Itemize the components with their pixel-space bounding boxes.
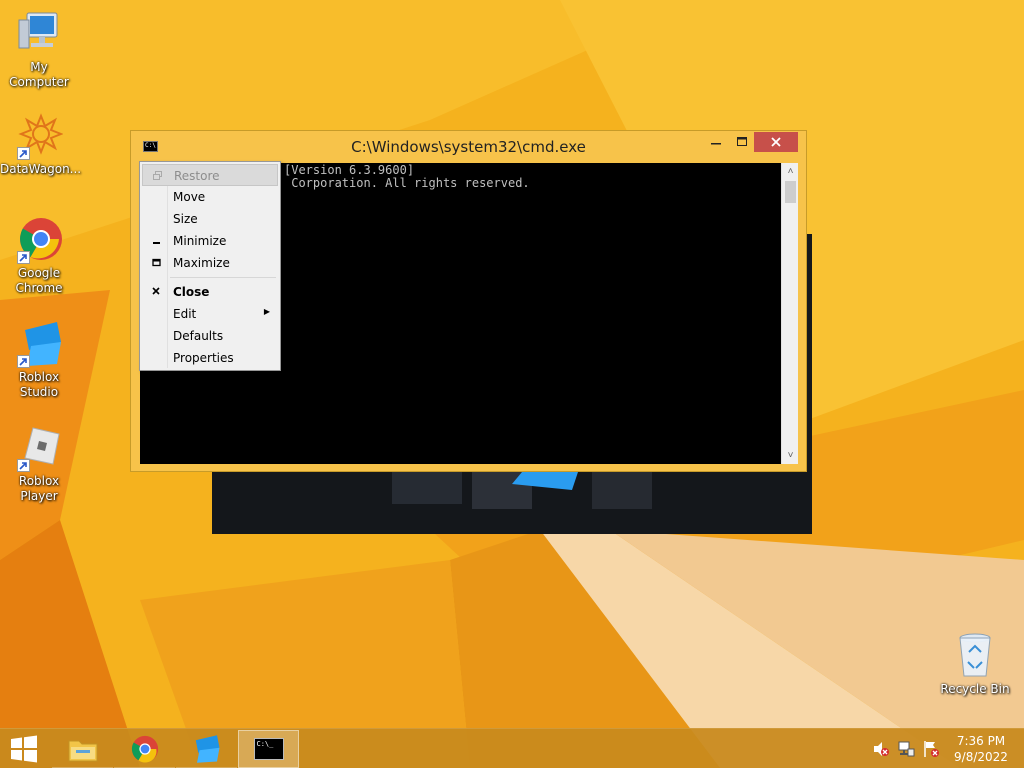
maximize-icon [150,256,162,268]
menu-item-minimize[interactable]: Minimize [142,230,278,252]
cmd-title-bar[interactable]: C:\ C:\Windows\system32\cmd.exe [131,131,806,163]
desktop-icon-recycle-bin[interactable]: Recycle Bin [936,632,1014,697]
window-system-menu: Restore Move Size Minimize Maximize Clos… [139,161,281,371]
taskbar-command-prompt[interactable]: C:\_ [238,730,299,768]
submenu-arrow-icon: ▶ [263,307,270,316]
taskbar-clock[interactable]: 7:36 PM 9/8/2022 [938,733,1024,765]
console-line: Corporation. All rights reserved. [284,176,530,190]
maximize-button[interactable] [727,132,757,152]
restore-icon [151,169,163,181]
menu-item-properties[interactable]: Properties [142,347,278,369]
menu-item-maximize[interactable]: Maximize [142,252,278,274]
roblox-studio-icon [195,734,219,763]
chrome-icon [131,735,158,763]
speaker-muted-icon[interactable] [872,740,890,758]
close-button[interactable] [754,132,798,152]
shortcut-arrow-icon [17,355,30,368]
recycle-bin-icon [951,632,999,680]
my-computer-icon [15,10,63,58]
menu-item-size[interactable]: Size [142,208,278,230]
menu-item-edit[interactable]: Edit ▶ [142,303,278,325]
clock-time: 7:36 PM [956,734,1006,748]
roblox-player-icon [15,424,63,472]
close-icon [771,137,781,147]
menu-item-close[interactable]: Close [142,281,278,303]
cmd-icon: C:\_ [253,738,284,760]
desktop-icon-label: Roblox Studio [18,370,60,399]
desktop-icon-roblox-player[interactable]: Roblox Player [0,424,78,504]
shortcut-arrow-icon [17,147,30,160]
datawagon-icon [15,112,63,160]
taskbar-roblox-studio[interactable] [176,730,237,768]
chrome-icon [15,216,63,264]
scroll-down-icon[interactable]: ˅ [782,447,799,464]
taskbar: C:\_ [0,728,1024,768]
menu-item-restore[interactable]: Restore [142,164,278,186]
scroll-up-icon[interactable]: ˄ [782,163,799,180]
clock-date: 9/8/2022 [954,750,1008,764]
desktop-icon-label: Roblox Player [18,474,60,503]
desktop-icon-label: My Computer [9,60,69,89]
start-button[interactable] [0,729,48,768]
menu-item-move[interactable]: Move [142,186,278,208]
desktop-icon-label: Google Chrome [15,266,63,295]
desktop-icon-my-computer[interactable]: My Computer [0,10,78,90]
shortcut-arrow-icon [17,459,30,472]
roblox-studio-icon [15,320,63,368]
desktop-icon-label: Recycle Bin [940,682,1010,696]
desktop-icon-google-chrome[interactable]: Google Chrome [0,216,78,296]
desktop-icon-datawagon[interactable]: DataWagon... [0,112,82,177]
folder-icon [68,740,97,761]
desktop-icon-label: DataWagon... [0,162,82,176]
console-scrollbar[interactable]: ˄ ˅ [781,163,798,464]
menu-item-defaults[interactable]: Defaults [142,325,278,347]
scrollbar-thumb[interactable] [785,181,796,203]
close-icon [150,285,162,297]
desktop-icon-roblox-studio[interactable]: Roblox Studio [0,320,78,400]
taskbar-file-explorer[interactable] [52,730,113,768]
maximize-icon [737,137,747,146]
network-icon[interactable] [897,740,915,758]
minimize-icon [711,143,721,145]
taskbar-google-chrome[interactable] [114,730,175,768]
shortcut-arrow-icon [17,251,30,264]
minimize-icon [150,234,162,246]
menu-separator [170,277,276,278]
windows-logo-icon [11,735,37,763]
